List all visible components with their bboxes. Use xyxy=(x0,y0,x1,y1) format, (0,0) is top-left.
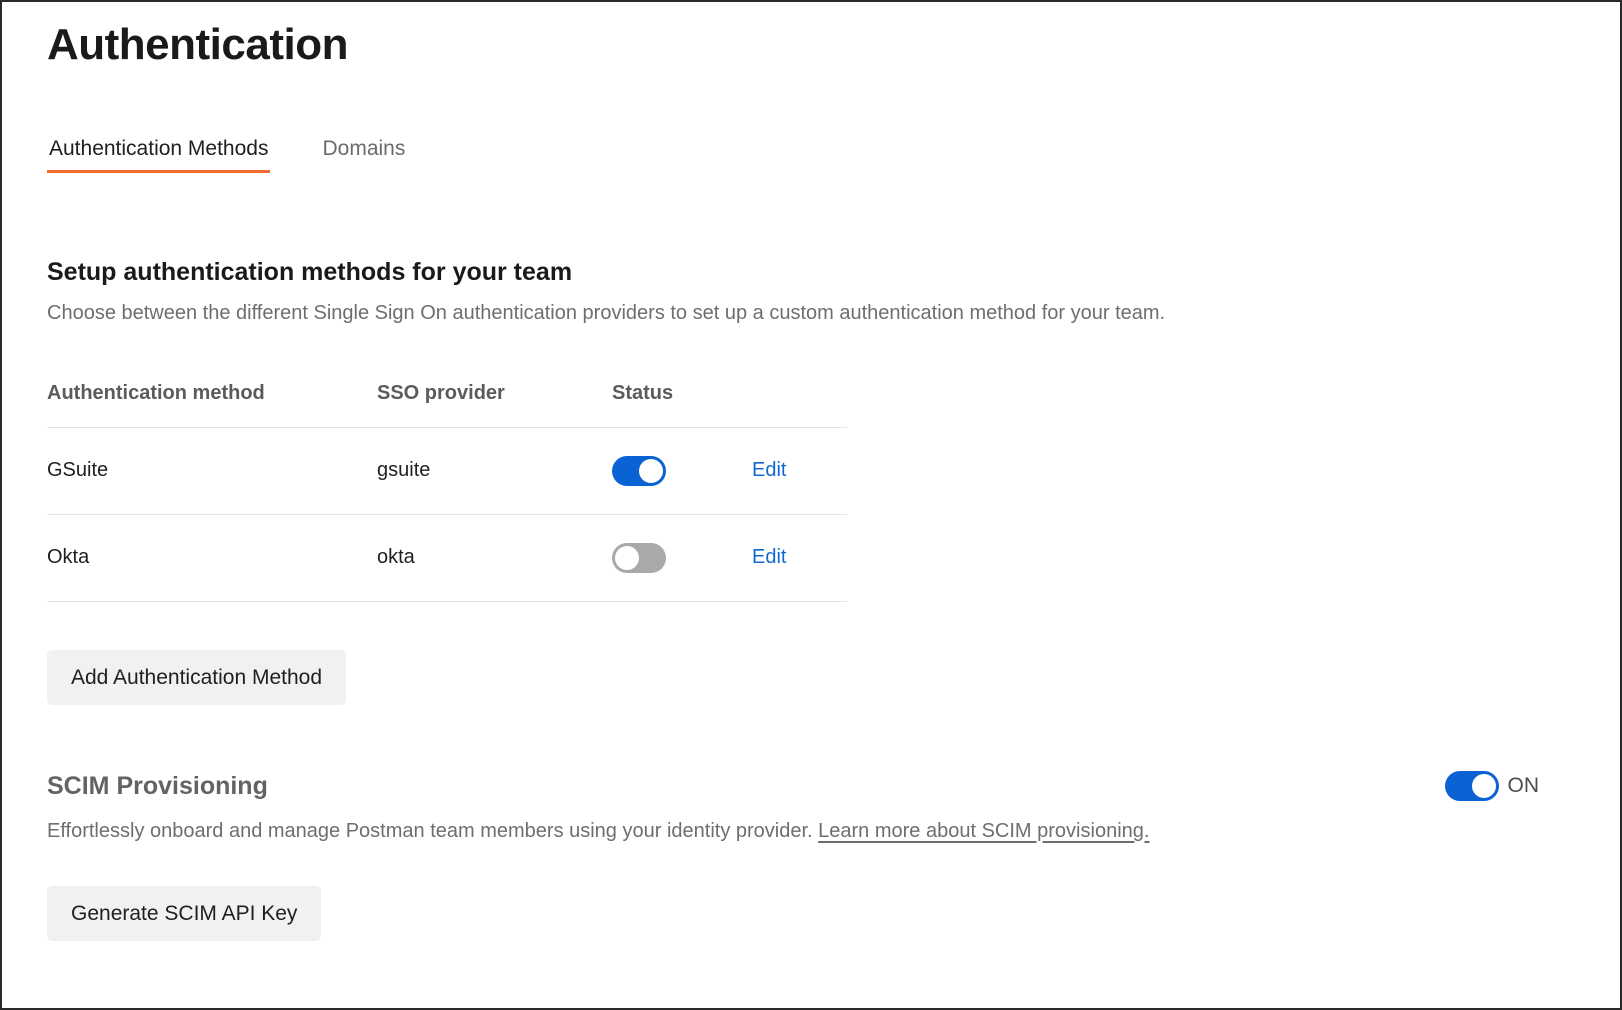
scim-toggle-group: ON xyxy=(1445,771,1540,801)
cell-sso-provider: gsuite xyxy=(377,427,612,514)
generate-key-row: Generate SCIM API Key xyxy=(47,886,1579,941)
edit-link-okta[interactable]: Edit xyxy=(752,546,786,568)
cell-status xyxy=(612,514,752,601)
table-row: Okta okta Edit xyxy=(47,514,847,601)
section-description: Choose between the different Single Sign… xyxy=(47,287,1620,326)
authentication-settings-page: Authentication Authentication Methods Do… xyxy=(0,0,1622,1010)
column-header-method: Authentication method xyxy=(47,382,377,428)
toggle-knob xyxy=(615,546,639,570)
column-header-provider: SSO provider xyxy=(377,382,612,428)
table-header-row: Authentication method SSO provider Statu… xyxy=(47,382,847,428)
cell-method-name: Okta xyxy=(47,514,377,601)
section-title: Setup authentication methods for your te… xyxy=(47,173,1620,287)
toggle-knob xyxy=(1472,774,1496,798)
scim-description-text: Effortlessly onboard and manage Postman … xyxy=(47,820,818,842)
add-method-row: Add Authentication Method xyxy=(47,650,1620,705)
add-authentication-method-button[interactable]: Add Authentication Method xyxy=(47,650,346,705)
scim-provisioning-section: SCIM Provisioning ON Effortlessly onboar… xyxy=(47,771,1579,941)
status-toggle-okta[interactable] xyxy=(612,543,666,573)
status-toggle-gsuite[interactable] xyxy=(612,456,666,486)
cell-action: Edit xyxy=(752,514,847,601)
generate-scim-api-key-button[interactable]: Generate SCIM API Key xyxy=(47,886,321,941)
edit-link-gsuite[interactable]: Edit xyxy=(752,459,786,481)
scim-provisioning-toggle[interactable] xyxy=(1445,771,1499,801)
tab-domains[interactable]: Domains xyxy=(320,138,407,173)
toggle-knob xyxy=(639,459,663,483)
tab-authentication-methods[interactable]: Authentication Methods xyxy=(47,138,270,173)
cell-method-name: GSuite xyxy=(47,427,377,514)
cell-sso-provider: okta xyxy=(377,514,612,601)
authentication-methods-table: Authentication method SSO provider Statu… xyxy=(47,382,847,602)
scim-learn-more-link[interactable]: Learn more about SCIM provisioning. xyxy=(818,820,1149,842)
table-row: GSuite gsuite Edit xyxy=(47,427,847,514)
tab-bar: Authentication Methods Domains xyxy=(47,133,1620,173)
column-header-action xyxy=(752,382,847,428)
scim-title: SCIM Provisioning xyxy=(47,771,268,801)
page-title: Authentication xyxy=(47,2,1620,71)
column-header-status: Status xyxy=(612,382,752,428)
scim-toggle-state-label: ON xyxy=(1508,775,1540,796)
cell-action: Edit xyxy=(752,427,847,514)
scim-description: Effortlessly onboard and manage Postman … xyxy=(47,801,1579,844)
cell-status xyxy=(612,427,752,514)
scim-header: SCIM Provisioning ON xyxy=(47,771,1579,801)
